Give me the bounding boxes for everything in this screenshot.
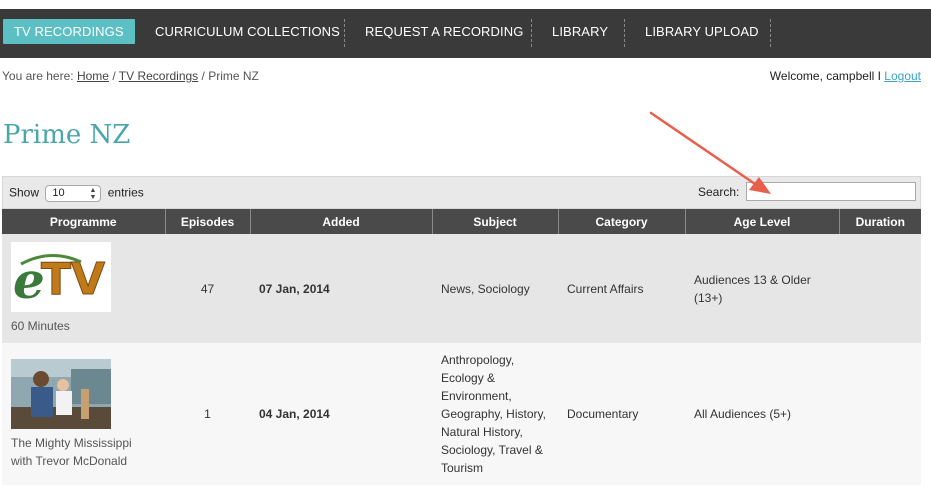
nav-tv-recordings[interactable]: TV RECORDINGS	[3, 19, 135, 44]
header-duration[interactable]: Duration	[839, 209, 921, 234]
cell-category: Current Affairs	[558, 234, 685, 343]
cell-added: 07 Jan, 2014	[250, 234, 432, 343]
nav-library[interactable]: LIBRARY	[552, 19, 608, 44]
show-label: Show	[9, 185, 40, 200]
breadcrumb-home-link[interactable]: Home	[77, 69, 109, 83]
header-age-level[interactable]: Age Level	[685, 209, 840, 234]
header-programme[interactable]: Programme	[2, 209, 166, 234]
show-entries: Show 10 ▲ ▼ entries	[9, 185, 144, 202]
cell-duration	[839, 343, 921, 485]
table-controls: Show 10 ▲ ▼ entries Search:	[2, 176, 921, 209]
breadcrumb-separator: /	[201, 69, 205, 83]
cell-episodes: 1	[165, 343, 250, 485]
nav-request-recording[interactable]: REQUEST A RECORDING	[365, 19, 523, 44]
breadcrumb-tv-recordings-link[interactable]: TV Recordings	[119, 69, 198, 83]
page-title: Prime NZ	[3, 120, 131, 150]
header-added[interactable]: Added	[250, 209, 433, 234]
entries-select[interactable]: 10 ▲ ▼	[45, 185, 102, 202]
welcome-area: Welcome, campbell I Logout	[770, 69, 921, 83]
entries-select-value: 10	[52, 187, 65, 199]
table-header-row: Programme Episodes Added Subject Categor…	[2, 209, 921, 234]
breadcrumb-separator: /	[112, 69, 116, 83]
photo-thumbnail-icon[interactable]	[11, 358, 111, 429]
programme-title[interactable]: The Mighty Mississippi with Trevor McDon…	[11, 434, 156, 470]
header-subject[interactable]: Subject	[432, 209, 559, 234]
cell-category: Documentary	[558, 343, 685, 485]
cell-programme: e TV 60 Minutes	[2, 234, 165, 343]
nav-separator	[624, 19, 625, 47]
cell-subject: Anthropology, Ecology & Environment, Geo…	[432, 343, 558, 485]
cell-age-level: All Audiences (5+)	[685, 343, 839, 485]
header-category[interactable]: Category	[558, 209, 686, 234]
select-arrows-icon: ▲ ▼	[89, 187, 97, 201]
header-episodes[interactable]: Episodes	[165, 209, 251, 234]
search-input[interactable]	[746, 182, 916, 201]
breadcrumb-prefix: You are here:	[2, 69, 74, 83]
nav-separator	[531, 19, 532, 47]
welcome-text: Welcome, campbell I	[769, 69, 881, 83]
search-label: Search:	[698, 185, 740, 199]
nav-separator	[770, 19, 771, 47]
breadcrumb: You are here: Home / TV Recordings / Pri…	[2, 69, 259, 83]
cell-episodes: 47	[165, 234, 250, 343]
breadcrumb-current: Prime NZ	[208, 69, 259, 83]
cell-age-level: Audiences 13 & Older (13+)	[685, 234, 839, 343]
table-row[interactable]: The Mighty Mississippi with Trevor McDon…	[2, 343, 921, 485]
svg-text:TV: TV	[41, 254, 105, 305]
cell-added: 04 Jan, 2014	[250, 343, 432, 485]
table-row[interactable]: e TV 60 Minutes 47 07 Jan, 2014 News, So…	[2, 234, 921, 343]
recordings-table: Programme Episodes Added Subject Categor…	[2, 209, 921, 485]
entries-label: entries	[107, 185, 144, 200]
top-navigation: TV RECORDINGS CURRICULUM COLLECTIONS REQ…	[0, 9, 931, 58]
etv-logo-thumbnail-icon[interactable]: e TV	[11, 242, 111, 312]
nav-library-upload[interactable]: LIBRARY UPLOAD	[645, 19, 759, 44]
nav-separator	[344, 19, 345, 47]
cell-programme: The Mighty Mississippi with Trevor McDon…	[2, 343, 165, 485]
logout-link[interactable]: Logout	[884, 69, 921, 83]
cell-duration	[839, 234, 921, 343]
nav-curriculum-collections[interactable]: CURRICULUM COLLECTIONS	[155, 19, 340, 44]
programme-title[interactable]: 60 Minutes	[11, 317, 156, 335]
cell-subject: News, Sociology	[432, 234, 558, 343]
